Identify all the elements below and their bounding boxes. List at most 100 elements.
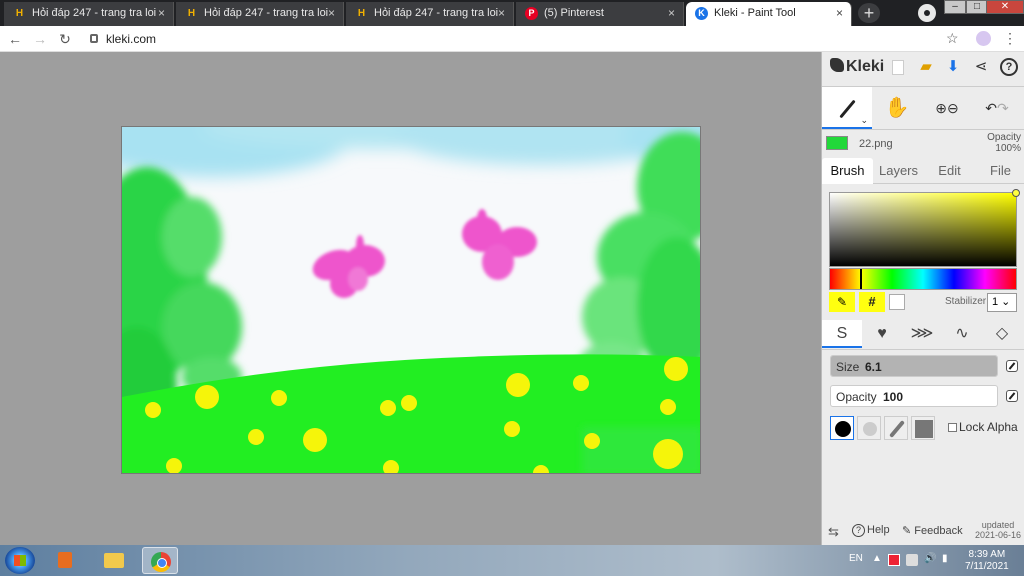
network-tray-icon[interactable] [906,554,918,566]
hex-input-button[interactable]: # [859,292,885,312]
close-tab-icon[interactable]: × [158,2,165,24]
secondary-color-swatch[interactable] [889,294,905,310]
new-image-icon[interactable] [892,60,904,75]
tab-file[interactable]: File [975,158,1024,184]
tab-edit[interactable]: Edit [924,158,975,184]
media-player-taskbar-icon[interactable] [48,547,84,574]
size-pen-pressure-icon[interactable] [1006,360,1018,372]
browser-tab[interactable]: H Hỏi đáp 247 - trang tra loi × [176,2,344,26]
blend-brush-icon[interactable]: ♥ [862,320,902,348]
drawing-canvas[interactable] [121,126,701,474]
feedback-button[interactable]: ✎ Feedback [902,524,963,537]
browser-tab[interactable]: H Hỏi đáp 247 - trang tra loi × [346,2,514,26]
color-picker-knob[interactable] [1012,189,1020,197]
stabilizer-value: 1 [992,296,999,308]
soft-shape-button[interactable] [857,416,881,440]
bookmark-star-icon[interactable]: ☆ [946,30,959,47]
help-button[interactable]: ? Help [852,524,890,537]
layer-opacity: Opacity 100% [987,132,1021,154]
brush-type-bar: S ♥ ⋙ ∿ ◇ [822,320,1024,350]
zoom-in-icon[interactable]: ⊕ [935,100,947,116]
reload-icon[interactable]: ↻ [56,30,74,48]
line-icon [889,420,905,438]
profile-icon[interactable] [918,4,936,22]
chevron-down-icon[interactable]: ⌄ [860,115,868,125]
pen-brush-icon[interactable]: S [822,320,862,348]
tab-title: Hỏi đáp 247 - trang tra loi [204,7,329,19]
circle-shape-button[interactable] [830,416,854,440]
share-icon[interactable]: ⋖ [972,58,990,76]
chrome-taskbar-icon[interactable] [142,547,178,574]
lock-icon[interactable] [90,34,98,43]
checkbox-icon[interactable] [948,423,957,432]
opacity-slider[interactable]: Opacity 100 [830,385,998,407]
tab-layers[interactable]: Layers [873,158,924,184]
minimize-button[interactable]: – [944,0,966,14]
help-icon[interactable]: ? [1000,58,1018,76]
panel-tabs: Brush Layers Edit File [822,158,1024,184]
browser-tab-strip: H Hỏi đáp 247 - trang tra loi × H Hỏi đá… [0,0,1024,26]
zoom-out-icon[interactable]: ⊖ [947,100,959,116]
lock-alpha-checkbox[interactable]: Lock Alpha [948,420,1018,434]
redo-icon[interactable]: ↷ [997,100,1009,116]
volume-icon[interactable]: 🔊 [924,553,936,564]
tool-panel: Kleki ▰ ⬇ ⋖ ? ⌄ ✋ ⊕⊖ ↶↷ 22.png Opacity 1… [821,52,1024,545]
tab-brush[interactable]: Brush [822,158,873,184]
clock-time: 8:39 AM [968,549,1006,560]
antivirus-tray-icon[interactable] [888,554,900,566]
address-bar[interactable]: kleki.com [106,32,156,46]
signal-icon[interactable]: ▮ [942,553,948,564]
close-tab-icon[interactable]: × [668,2,675,24]
start-button[interactable] [5,547,35,574]
eyedropper-icon[interactable]: ✎ [829,292,855,312]
opacity-label: Opacity [836,390,877,404]
line-shape-button[interactable] [884,416,908,440]
maximize-button[interactable]: □ [966,0,988,14]
tab-title: (5) Pinterest [544,7,604,19]
pixel-brush-icon[interactable]: ∿ [942,320,982,348]
active-layer-info[interactable]: 22.png Opacity 100% [822,132,1024,156]
stabilizer-select[interactable]: 1 ⌄ [987,293,1017,312]
kleki-logo-icon [830,58,844,72]
browser-tab-active[interactable]: K Kleki - Paint Tool × [686,2,852,26]
color-controls: ✎ # Stabilizer 1 ⌄ [829,292,1024,314]
back-icon[interactable]: ← [6,30,24,48]
open-folder-icon[interactable]: ▰ [917,58,935,76]
file-explorer-taskbar-icon[interactable] [96,547,132,574]
extension-icon[interactable] [976,31,991,46]
browser-tab[interactable]: H Hỏi đáp 247 - trang tra loi × [4,2,174,26]
system-clock[interactable]: 8:39 AM 7/11/2021 [965,549,1009,573]
undo-redo-buttons[interactable]: ↶↷ [972,87,1022,129]
help-circle-icon: ? [852,524,865,537]
color-saturation-picker[interactable] [829,189,1020,267]
canvas-workspace[interactable] [0,52,821,545]
tool-bar: ⌄ ✋ ⊕⊖ ↶↷ [822,86,1024,130]
browser-tab[interactable]: P (5) Pinterest × [516,2,684,26]
hue-slider-knob[interactable] [860,269,862,289]
square-shape-button[interactable] [911,416,935,440]
help-label: Help [867,524,890,536]
feedback-icon: ✎ [902,525,915,537]
forward-icon[interactable]: → [31,30,49,48]
close-tab-icon[interactable]: × [498,2,505,24]
opacity-pen-pressure-icon[interactable] [1006,390,1018,402]
close-tab-icon[interactable]: × [328,2,335,24]
undo-icon[interactable]: ↶ [985,100,997,116]
kleki-logo: Kleki [830,58,884,76]
zoom-buttons[interactable]: ⊕⊖ [922,87,972,129]
eraser-icon[interactable]: ◇ [982,320,1022,348]
size-slider[interactable]: Size 6.1 [830,355,998,377]
close-window-button[interactable]: ✕ [986,0,1024,14]
brush-tool-button[interactable]: ⌄ [822,87,872,129]
sketchy-brush-icon[interactable]: ⋙ [902,320,942,348]
show-hidden-icons[interactable]: ▲ [872,553,882,564]
language-indicator[interactable]: EN [849,553,863,564]
hue-slider[interactable] [829,268,1017,290]
new-tab-button[interactable]: + [858,3,880,23]
close-tab-icon[interactable]: × [836,2,843,24]
download-icon[interactable]: ⬇ [944,58,962,76]
browser-menu-icon[interactable]: ⋮ [1003,30,1017,47]
brush-shape-options: Lock Alpha [830,416,1024,442]
hand-tool-button[interactable]: ✋ [872,87,922,129]
swap-side-icon[interactable]: ⇆ [828,524,839,540]
